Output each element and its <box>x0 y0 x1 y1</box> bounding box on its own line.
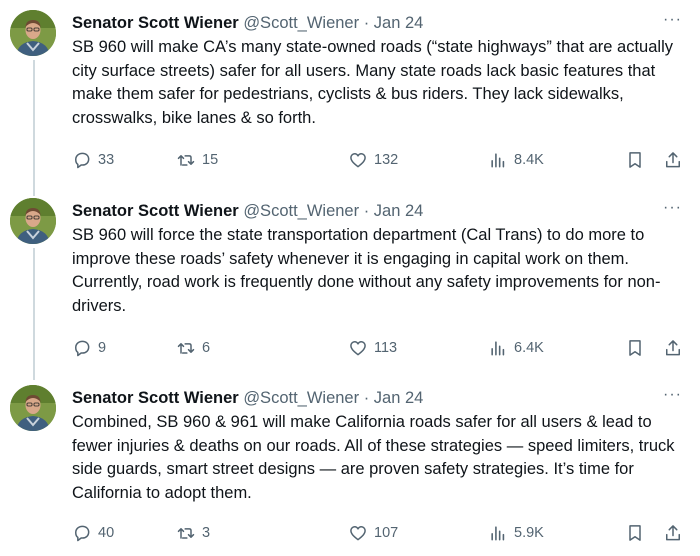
retweet-count: 3 <box>202 525 211 541</box>
author-handle[interactable]: @Scott_Wiener <box>243 202 359 220</box>
bookmark-icon <box>629 152 641 168</box>
tweet-text: SB 960 will force the state transportati… <box>72 226 661 315</box>
avatar[interactable] <box>10 10 56 56</box>
separator: · <box>359 202 374 220</box>
avatar[interactable] <box>10 198 56 244</box>
bookmark-icon <box>629 340 641 356</box>
tweet-date[interactable]: Jan 24 <box>374 202 424 220</box>
reply-button[interactable]: 40 <box>72 521 114 545</box>
tweet-actions: 33 15 132 8.4K <box>72 148 692 172</box>
like-button[interactable]: 113 <box>348 336 397 360</box>
like-button[interactable]: 107 <box>348 521 398 545</box>
reply-icon <box>75 340 90 357</box>
tweet[interactable]: Senator Scott Wiener @Scott_Wiener · Jan… <box>0 198 700 368</box>
tweet-header: Senator Scott Wiener @Scott_Wiener · Jan… <box>72 387 660 409</box>
views-icon <box>491 153 505 168</box>
share-button[interactable] <box>663 521 683 545</box>
author-name[interactable]: Senator Scott Wiener <box>72 14 239 32</box>
tweet-text: Combined, SB 960 & 961 will make Califor… <box>72 413 675 502</box>
like-count: 113 <box>374 340 398 356</box>
tweet-header: Senator Scott Wiener @Scott_Wiener · Jan… <box>72 200 660 222</box>
retweet-icon <box>177 155 195 166</box>
author-name[interactable]: Senator Scott Wiener <box>72 389 239 407</box>
share-button[interactable] <box>663 148 683 172</box>
separator: · <box>359 389 374 407</box>
like-count: 132 <box>374 152 399 168</box>
heart-icon <box>350 341 366 356</box>
share-icon <box>666 525 680 541</box>
bookmark-icon <box>629 525 641 541</box>
reply-button[interactable]: 33 <box>72 148 114 172</box>
like-button[interactable]: 132 <box>348 148 398 172</box>
retweet-count: 6 <box>202 340 211 356</box>
retweet-button[interactable]: 15 <box>176 148 218 172</box>
views-icon <box>491 341 505 356</box>
heart-icon <box>350 526 366 541</box>
more-icon[interactable]: ··· <box>663 386 682 404</box>
reply-count: 9 <box>98 340 107 356</box>
reply-count: 40 <box>98 525 115 541</box>
retweet-button[interactable]: 3 <box>176 521 210 545</box>
separator: · <box>359 14 374 32</box>
views-count: 8.4K <box>514 152 544 168</box>
share-icon <box>666 152 680 168</box>
tweet[interactable]: Senator Scott Wiener @Scott_Wiener · Jan… <box>0 10 700 180</box>
views-icon <box>491 526 505 541</box>
tweet-header: Senator Scott Wiener @Scott_Wiener · Jan… <box>72 12 660 34</box>
views-button[interactable]: 5.9K <box>488 521 544 545</box>
reply-icon <box>75 525 90 542</box>
tweet-date[interactable]: Jan 24 <box>374 14 424 32</box>
heart-icon <box>350 153 366 168</box>
tweet-actions: 40 3 107 5.9K <box>72 521 692 545</box>
author-handle[interactable]: @Scott_Wiener <box>243 14 359 32</box>
tweet-date[interactable]: Jan 24 <box>374 389 424 407</box>
avatar[interactable] <box>10 385 56 431</box>
bookmark-button[interactable] <box>625 336 645 360</box>
bookmark-button[interactable] <box>625 148 645 172</box>
share-icon <box>666 340 680 356</box>
like-count: 107 <box>374 525 399 541</box>
views-button[interactable]: 6.4K <box>488 336 544 360</box>
more-icon[interactable]: ··· <box>663 11 682 29</box>
views-button[interactable]: 8.4K <box>488 148 544 172</box>
more-icon[interactable]: ··· <box>663 199 682 217</box>
reply-button[interactable]: 9 <box>72 336 106 360</box>
views-count: 6.4K <box>514 340 544 356</box>
reply-icon <box>75 152 90 169</box>
retweet-icon <box>177 528 195 539</box>
retweet-count: 15 <box>202 152 219 168</box>
tweet-actions: 9 6 113 6.4K <box>72 336 692 360</box>
tweet-text: SB 960 will make CA’s many state-owned r… <box>72 38 673 127</box>
share-button[interactable] <box>663 336 683 360</box>
reply-count: 33 <box>98 152 115 168</box>
tweet[interactable]: Senator Scott Wiener @Scott_Wiener · Jan… <box>0 385 700 550</box>
bookmark-button[interactable] <box>625 521 645 545</box>
author-handle[interactable]: @Scott_Wiener <box>243 389 359 407</box>
author-name[interactable]: Senator Scott Wiener <box>72 202 239 220</box>
retweet-button[interactable]: 6 <box>176 336 210 360</box>
views-count: 5.9K <box>514 525 544 541</box>
retweet-icon <box>177 343 195 354</box>
